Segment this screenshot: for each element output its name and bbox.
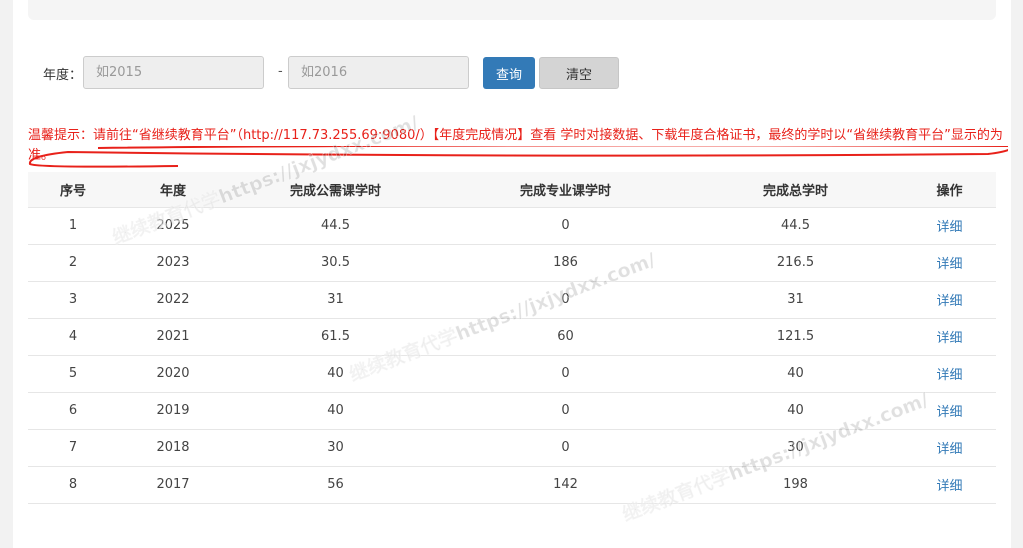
cell-total-hours: 40: [688, 392, 903, 430]
cell-public-hours: 40: [228, 392, 443, 430]
cell-index: 6: [28, 392, 118, 430]
col-header-public-hours: 完成公需课学时: [228, 172, 443, 208]
cell-professional-hours: 60: [443, 318, 688, 356]
cell-public-hours: 30: [228, 429, 443, 467]
cell-public-hours: 40: [228, 355, 443, 393]
records-table: 序号 年度 完成公需课学时 完成专业课学时 完成总学时 操作 1 2025 44…: [28, 172, 996, 504]
detail-link[interactable]: 详细: [903, 429, 996, 467]
cell-index: 4: [28, 318, 118, 356]
cell-total-hours: 40: [688, 355, 903, 393]
table-header-row: 序号 年度 完成公需课学时 完成专业课学时 完成总学时 操作: [28, 172, 996, 208]
cell-year: 2021: [118, 318, 228, 356]
table-row: 8 2017 56 142 198 详细: [28, 466, 996, 504]
cell-year: 2017: [118, 466, 228, 504]
cell-year: 2018: [118, 429, 228, 467]
top-strip: [28, 0, 996, 20]
cell-total-hours: 121.5: [688, 318, 903, 356]
cell-public-hours: 61.5: [228, 318, 443, 356]
col-header-action: 操作: [903, 172, 996, 208]
cell-year: 2023: [118, 244, 228, 282]
notice-text: 温馨提示：请前往“省继续教育平台”（http://117.73.255.69:9…: [28, 128, 1003, 163]
detail-link[interactable]: 详细: [903, 207, 996, 245]
col-header-index: 序号: [28, 172, 118, 208]
cell-year: 2025: [118, 207, 228, 245]
cell-total-hours: 216.5: [688, 244, 903, 282]
cell-professional-hours: 186: [443, 244, 688, 282]
table-row: 3 2022 31 0 31 详细: [28, 281, 996, 319]
detail-link[interactable]: 详细: [903, 355, 996, 393]
cell-professional-hours: 142: [443, 466, 688, 504]
detail-link[interactable]: 详细: [903, 281, 996, 319]
col-header-year: 年度: [118, 172, 228, 208]
year-end-input[interactable]: [288, 56, 469, 89]
detail-link[interactable]: 详细: [903, 244, 996, 282]
cell-professional-hours: 0: [443, 355, 688, 393]
query-button[interactable]: 查询: [483, 57, 535, 89]
detail-link[interactable]: 详细: [903, 466, 996, 504]
detail-link[interactable]: 详细: [903, 318, 996, 356]
cell-index: 5: [28, 355, 118, 393]
table-row: 2 2023 30.5 186 216.5 详细: [28, 244, 996, 282]
cell-professional-hours: 0: [443, 281, 688, 319]
cell-professional-hours: 0: [443, 392, 688, 430]
cell-index: 8: [28, 466, 118, 504]
cell-public-hours: 56: [228, 466, 443, 504]
cell-public-hours: 44.5: [228, 207, 443, 245]
cell-professional-hours: 0: [443, 207, 688, 245]
detail-link[interactable]: 详细: [903, 392, 996, 430]
cell-public-hours: 31: [228, 281, 443, 319]
cell-index: 1: [28, 207, 118, 245]
table-row: 7 2018 30 0 30 详细: [28, 429, 996, 467]
cell-year: 2020: [118, 355, 228, 393]
cell-total-hours: 198: [688, 466, 903, 504]
filter-row: 年度： - 查询 清空: [13, 56, 1011, 90]
table-row: 5 2020 40 0 40 详细: [28, 355, 996, 393]
year-start-input[interactable]: [83, 56, 264, 89]
table-row: 1 2025 44.5 0 44.5 详细: [28, 207, 996, 245]
cell-index: 2: [28, 244, 118, 282]
table-row: 4 2021 61.5 60 121.5 详细: [28, 318, 996, 356]
year-separator: -: [278, 64, 283, 79]
year-label: 年度：: [43, 68, 83, 83]
cell-public-hours: 30.5: [228, 244, 443, 282]
main-panel: 年度： - 查询 清空 温馨提示：请前往“省继续教育平台”（http://117…: [13, 0, 1011, 548]
cell-total-hours: 30: [688, 429, 903, 467]
clear-button[interactable]: 清空: [539, 57, 619, 89]
cell-professional-hours: 0: [443, 429, 688, 467]
table-row: 6 2019 40 0 40 详细: [28, 392, 996, 430]
cell-total-hours: 31: [688, 281, 903, 319]
cell-index: 7: [28, 429, 118, 467]
cell-year: 2019: [118, 392, 228, 430]
col-header-professional-hours: 完成专业课学时: [443, 172, 688, 208]
cell-total-hours: 44.5: [688, 207, 903, 245]
col-header-total-hours: 完成总学时: [688, 172, 903, 208]
cell-index: 3: [28, 281, 118, 319]
cell-year: 2022: [118, 281, 228, 319]
